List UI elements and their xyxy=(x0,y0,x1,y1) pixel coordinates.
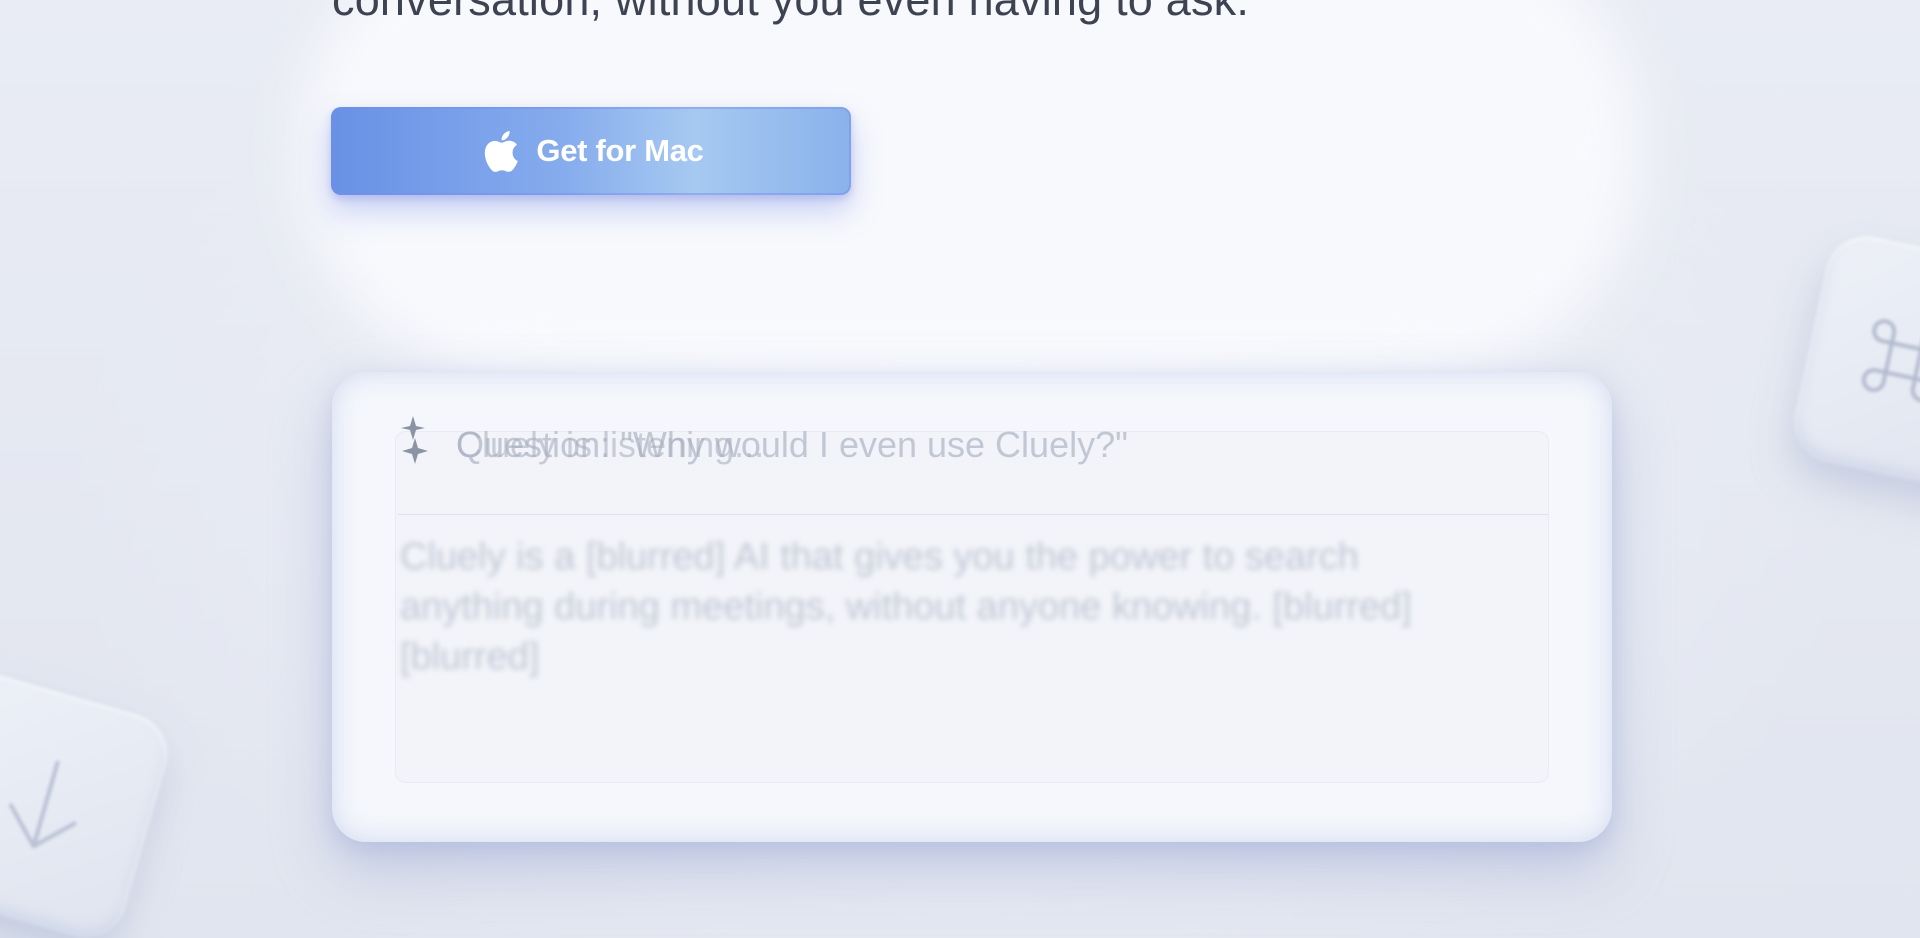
apple-icon xyxy=(478,126,520,176)
get-for-mac-label: Get for Mac xyxy=(536,133,704,168)
hero-headline: conversation, without you even having to… xyxy=(332,0,1249,26)
arrow-down-icon xyxy=(0,742,103,877)
get-for-mac-button[interactable]: Get for Mac xyxy=(331,107,851,195)
sparkle-icon xyxy=(398,416,432,471)
listening-status: Cluely is listening... xyxy=(456,424,765,465)
command-key-icon xyxy=(1837,296,1920,431)
panel-divider xyxy=(398,514,1548,515)
answer-text: Cluely is a [blurred] AI that gives you … xyxy=(400,536,1412,678)
demo-panel: Question: "Why would I even use Cluely?"… xyxy=(332,372,1612,842)
